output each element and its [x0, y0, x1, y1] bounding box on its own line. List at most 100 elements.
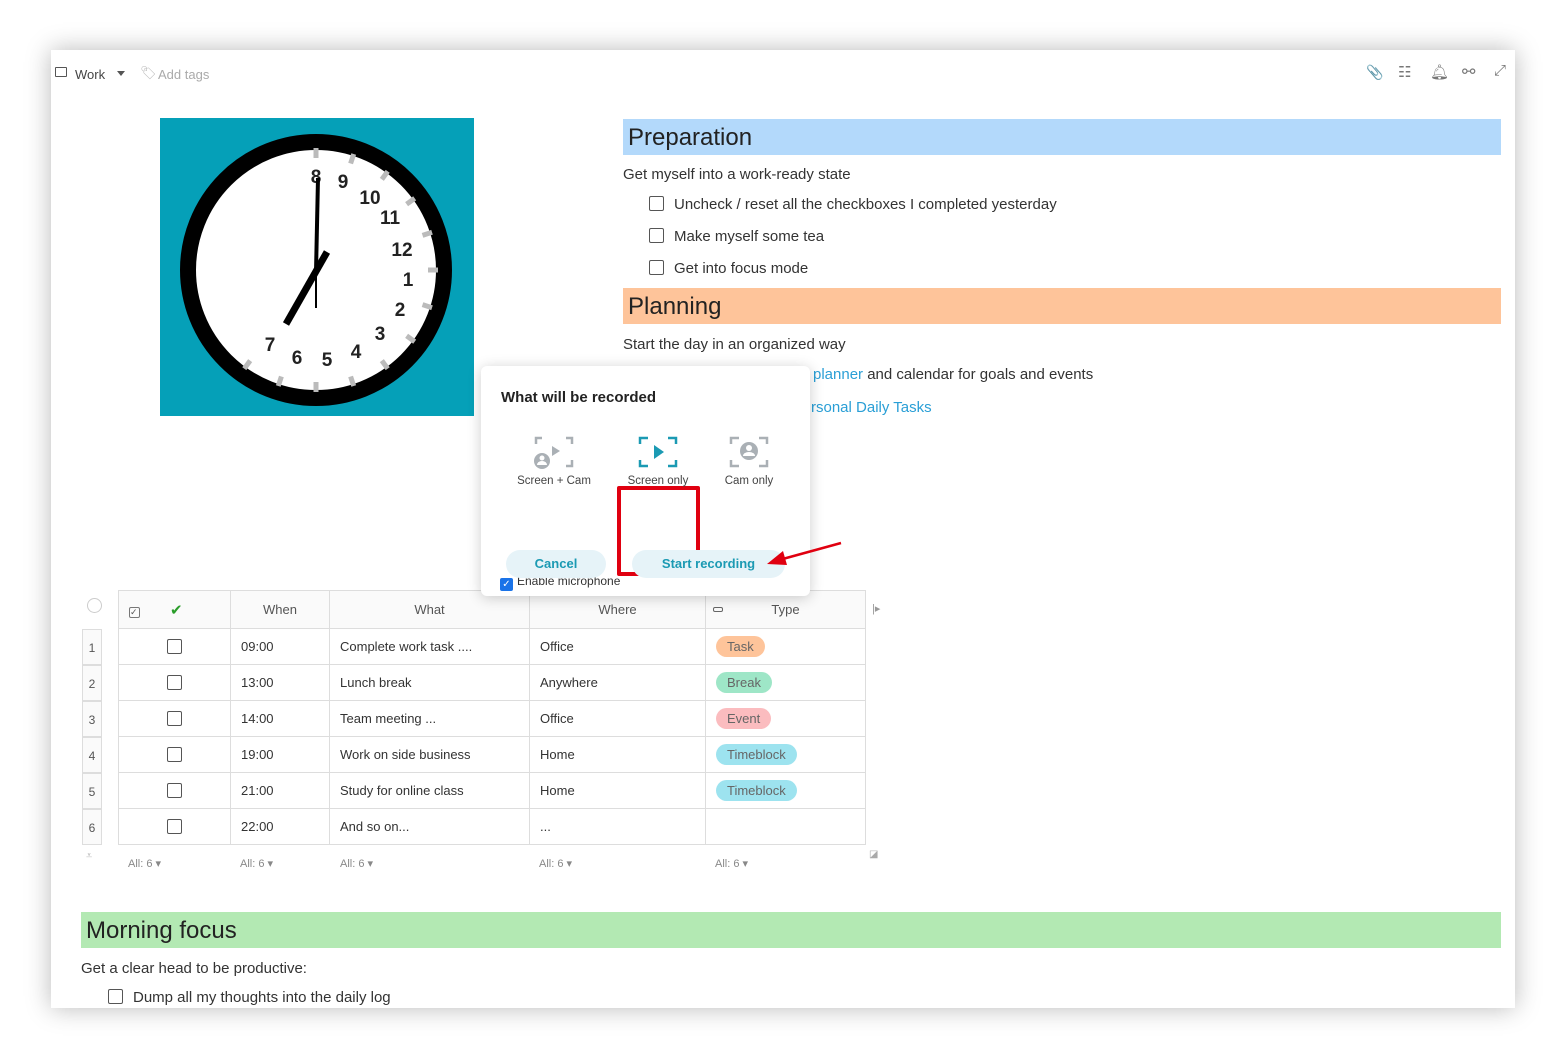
what-cell[interactable]: Lunch break [329, 664, 530, 701]
row-number[interactable]: 2 [82, 665, 102, 701]
checkbox[interactable] [167, 638, 182, 654]
type-cell[interactable] [705, 808, 866, 845]
column-header-where[interactable]: Where [529, 590, 706, 629]
footer-count[interactable]: All: 6 ▾ [240, 857, 273, 870]
dialog-title: What will be recorded [501, 389, 657, 406]
folder-selector[interactable]: Work [75, 67, 105, 82]
expand-icon[interactable]: ⤢ [1494, 62, 1506, 79]
column-header-when[interactable]: When [230, 590, 330, 629]
what-cell[interactable]: And so on... [329, 808, 530, 845]
checkbox[interactable] [167, 782, 182, 798]
checklist-item[interactable]: Get into focus mode [649, 260, 808, 277]
row-number[interactable]: 5 [82, 773, 102, 809]
when-cell[interactable]: 09:00 [230, 628, 330, 665]
checkbox[interactable] [167, 818, 182, 834]
chevron-down-icon[interactable] [117, 71, 125, 80]
table-row[interactable]: 19:00 Work on side business Home Timeblo… [118, 736, 866, 773]
where-cell[interactable]: Office [529, 628, 706, 665]
type-cell[interactable]: Timeblock [705, 736, 866, 773]
where-cell[interactable]: Home [529, 736, 706, 773]
add-tags-button[interactable]: Add tags [158, 67, 209, 82]
type-cell[interactable]: Task [705, 628, 866, 665]
what-cell[interactable]: Team meeting ... [329, 700, 530, 737]
checkbox[interactable] [167, 746, 182, 762]
when-cell[interactable]: 21:00 [230, 772, 330, 809]
footer-count[interactable]: All: 6 ▾ [539, 857, 572, 870]
where-cell[interactable]: ... [529, 808, 706, 845]
checkbox-column-header[interactable]: ✓ ✔ [118, 590, 231, 629]
footer-count[interactable]: All: 6 ▾ [128, 857, 161, 870]
row-checkbox-cell[interactable] [118, 808, 231, 845]
option-label: Screen only [627, 475, 689, 487]
clock-image: 8 91011121234567 [160, 118, 474, 416]
filter-rows-icon[interactable]: ⩡ [86, 850, 92, 863]
folder-icon [55, 67, 67, 77]
checkbox[interactable] [108, 989, 123, 1004]
row-checkbox-cell[interactable] [118, 700, 231, 737]
row-checkbox-cell[interactable] [118, 736, 231, 773]
where-cell[interactable]: Office [529, 700, 706, 737]
clock-numeral: 4 [351, 342, 362, 363]
select-all-circle[interactable] [87, 598, 102, 613]
table-row[interactable]: 22:00 And so on... ... [118, 808, 866, 845]
when-cell[interactable]: 13:00 [230, 664, 330, 701]
clock-numeral: 10 [359, 188, 380, 209]
what-cell[interactable]: Work on side business [329, 736, 530, 773]
checkbox[interactable] [649, 196, 664, 211]
resize-handle-icon[interactable]: ◪ [869, 849, 878, 860]
checkbox[interactable] [167, 674, 182, 690]
checkbox[interactable] [167, 710, 182, 726]
cancel-button[interactable]: Cancel [506, 550, 606, 578]
table-row[interactable]: 21:00 Study for online class Home Timebl… [118, 772, 866, 809]
checkbox[interactable] [649, 260, 664, 275]
when-cell[interactable]: 14:00 [230, 700, 330, 737]
clock-tick [348, 153, 357, 165]
checklist-item[interactable]: Dump all my thoughts into the daily log [108, 989, 391, 1006]
layout-icon[interactable]: ☷ [1398, 63, 1411, 81]
row-number[interactable]: 3 [82, 701, 102, 737]
row-checkbox-cell[interactable] [118, 628, 231, 665]
type-cell[interactable]: Event [705, 700, 866, 737]
checklist-item[interactable]: Uncheck / reset all the checkboxes I com… [649, 196, 1057, 213]
row-checkbox-cell[interactable] [118, 772, 231, 809]
checkbox[interactable] [649, 228, 664, 243]
footer-count[interactable]: All: 6 ▾ [715, 857, 748, 870]
morning-focus-heading: Morning focus [81, 912, 1501, 948]
row-number[interactable]: 1 [82, 629, 102, 665]
type-cell[interactable]: Break [705, 664, 866, 701]
share-icon[interactable]: ⚯ [1462, 62, 1475, 82]
when-cell[interactable]: 22:00 [230, 808, 330, 845]
clock-tick [421, 302, 433, 311]
row-number[interactable]: 6 [82, 809, 102, 845]
option-screen-only[interactable]: Screen only [618, 434, 698, 487]
where-cell[interactable]: Home [529, 772, 706, 809]
row-number[interactable]: 4 [82, 737, 102, 773]
checklist-item[interactable]: Make myself some tea [649, 228, 824, 245]
option-screen-cam[interactable]: Screen + Cam [514, 434, 594, 487]
daily-tasks-link[interactable]: rsonal Daily Tasks [811, 399, 932, 416]
option-cam-only[interactable]: Cam only [709, 434, 789, 487]
row-checkbox-cell[interactable] [118, 664, 231, 701]
when-cell[interactable]: 19:00 [230, 736, 330, 773]
bell-icon[interactable]: 🔔︎ [1430, 63, 1449, 81]
paperclip-icon[interactable]: 📎 [1366, 64, 1383, 81]
column-header-what[interactable]: What [329, 590, 530, 629]
table-row[interactable]: 09:00 Complete work task .... Office Tas… [118, 628, 866, 665]
planner-link[interactable]: planner [813, 366, 863, 383]
column-header-type[interactable]: Type [705, 590, 866, 629]
add-column-icon[interactable]: |▸ [872, 602, 880, 615]
what-cell[interactable]: Complete work task .... [329, 628, 530, 665]
checkbox-checked[interactable]: ✓ [500, 578, 513, 591]
footer-count[interactable]: All: 6 ▾ [340, 857, 373, 870]
type-cell[interactable]: Timeblock [705, 772, 866, 809]
clock-tick [348, 375, 357, 387]
document-page: Work 🏷 Add tags 📎 ☷ 🔔︎ ⚯ ⤢ 8 9 10 11 12 1 2 3 4 5… [51, 50, 1515, 1008]
table-row[interactable]: 14:00 Team meeting ... Office Event [118, 700, 866, 737]
clock-numeral: 12 [391, 240, 412, 261]
select-type-icon [713, 607, 723, 612]
where-cell[interactable]: Anywhere [529, 664, 706, 701]
clock-tick [275, 375, 284, 387]
what-cell[interactable]: Study for online class [329, 772, 530, 809]
count-label: All: 6 [340, 858, 365, 870]
table-row[interactable]: 13:00 Lunch break Anywhere Break [118, 664, 866, 701]
